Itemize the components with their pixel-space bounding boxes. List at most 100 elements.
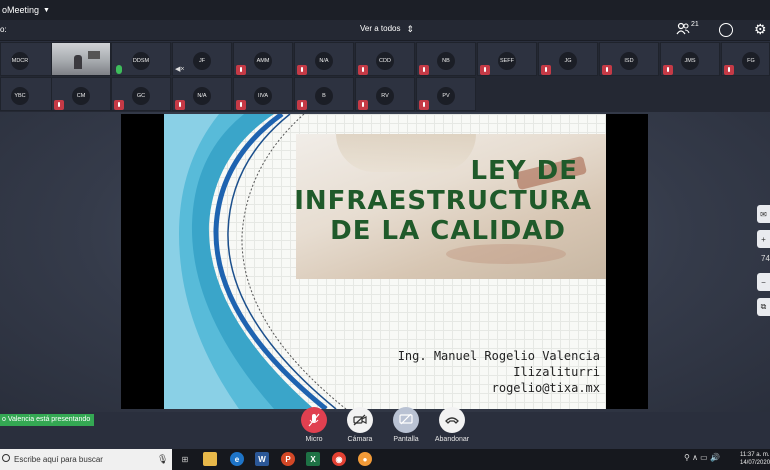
chrome-icon[interactable]: ◉ <box>332 452 346 466</box>
taskbar-search-placeholder: Escribe aquí para buscar <box>14 455 103 464</box>
side-zoom-value: 74 <box>761 254 770 263</box>
participant-avatar: FG <box>742 52 760 70</box>
slide-title: LEY DE INFRAESTRUCTURA DE LA CALIDAD <box>294 156 591 246</box>
participants-button[interactable]: 21 <box>676 21 699 36</box>
slide-author: Ing. Manuel Rogelio Valencia Ilizaliturr… <box>398 348 600 396</box>
participant-tile[interactable]: DDSM <box>111 42 171 76</box>
powerpoint-icon[interactable]: P <box>281 452 295 466</box>
presenting-notice: o Valencia está presentando <box>0 414 94 426</box>
system-tray-icons[interactable]: ⚲ ∧ ▭ 🔊 <box>684 453 720 462</box>
mic-muted-icon <box>419 100 429 110</box>
side-message-icon[interactable]: ✉ <box>757 205 770 223</box>
participant-avatar: AMM <box>254 52 272 70</box>
mic-active-icon <box>116 65 122 74</box>
participant-tile[interactable]: GC <box>111 77 171 111</box>
participant-avatar: GC <box>132 87 150 105</box>
participant-avatar: N/A <box>315 52 333 70</box>
view-all-label: Ver a todos <box>360 24 401 33</box>
leave-button[interactable]: Abandonar <box>427 407 477 443</box>
slide-title-line2: INFRAESTRUCTURA <box>294 186 592 216</box>
participant-tile[interactable]: JMS <box>660 42 720 76</box>
participant-tile[interactable]: B <box>294 77 354 111</box>
participant-avatar: SEFF <box>498 52 516 70</box>
participant-tile[interactable]: ◀× JF <box>172 42 232 76</box>
participant-tile[interactable]: IIVA <box>233 77 293 111</box>
camera-off-icon <box>347 407 373 433</box>
screen-share-icon <box>393 407 419 433</box>
leave-label: Abandonar <box>434 436 470 443</box>
taskbar-date: 14/07/2020 <box>740 460 770 466</box>
participant-tile[interactable]: PV <box>416 77 476 111</box>
side-zoom-in-icon[interactable]: + <box>757 230 770 248</box>
taskbar-time: 11:37 a. m. <box>740 452 770 458</box>
participant-avatar: RV <box>376 87 394 105</box>
participant-avatar: ISD <box>620 52 638 70</box>
mic-muted-icon <box>236 100 246 110</box>
mic-muted-icon <box>480 65 490 75</box>
side-fullscreen-icon[interactable]: ⧉ <box>757 298 770 316</box>
slide-email: rogelio@tixa.mx <box>491 381 600 395</box>
participant-tile[interactable]: NB <box>416 42 476 76</box>
participant-tile[interactable]: AMM <box>233 42 293 76</box>
participant-tile[interactable]: FG <box>721 42 770 76</box>
edge-icon[interactable]: e <box>230 452 244 466</box>
gear-icon[interactable]: ⚙ <box>754 21 767 38</box>
people-icon <box>676 22 690 35</box>
participant-avatar: IIVA <box>254 87 272 105</box>
view-all-button[interactable]: Ver a todos ⇕ <box>360 24 414 33</box>
mic-muted-icon <box>419 65 429 75</box>
task-view-icon[interactable]: ⊞ <box>178 452 192 466</box>
mic-muted-icon <box>297 100 307 110</box>
taskbar-clock[interactable]: 11:37 a. m. 14/07/2020 <box>740 451 770 467</box>
participant-tile[interactable]: CM <box>51 77 111 111</box>
participant-tile[interactable]: N/A <box>294 42 354 76</box>
mic-muted-icon <box>358 65 368 75</box>
participant-avatar: NB <box>437 52 455 70</box>
participant-avatar: B <box>315 87 333 105</box>
chat-icon[interactable] <box>719 23 733 37</box>
excel-icon[interactable]: X <box>306 452 320 466</box>
participant-video-tile[interactable] <box>51 42 111 76</box>
mic-muted-icon <box>358 100 368 110</box>
updown-chevron-icon: ⇕ <box>406 23 415 34</box>
slide-author-line2: Ilizaliturri <box>513 365 600 379</box>
mic-muted-icon <box>114 100 124 110</box>
participant-avatar: YBC <box>11 87 29 105</box>
participant-tile[interactable]: ISD <box>599 42 659 76</box>
screen-share-button[interactable]: Pantalla <box>381 407 431 443</box>
participant-avatar: DDSM <box>132 52 150 70</box>
chevron-down-icon[interactable]: ▼ <box>43 7 50 14</box>
mic-muted-icon <box>54 100 64 110</box>
toolbar-left-label: o: <box>0 25 7 34</box>
participant-tile[interactable]: JG <box>538 42 598 76</box>
mic-muted-icon <box>175 100 185 110</box>
hang-up-icon <box>439 407 465 433</box>
participant-video <box>52 43 110 75</box>
app-title: oMeeting <box>2 5 40 15</box>
file-explorer-icon[interactable] <box>203 452 217 466</box>
participant-tile[interactable]: CDD <box>355 42 415 76</box>
windows-taskbar: Escribe aquí para buscar 🎙 ⊞ e W P X ◉ ●… <box>0 449 770 470</box>
participant-avatar: JG <box>559 52 577 70</box>
mic-muted-icon <box>297 65 307 75</box>
participant-grid: MDCR DDSM ◀× JF AMM N/A CDD NB SEFF JG I… <box>0 42 770 112</box>
voice-search-icon[interactable]: 🎙 <box>157 454 168 465</box>
participant-tile[interactable]: SEFF <box>477 42 537 76</box>
camera-button[interactable]: Cámara <box>335 407 385 443</box>
participant-avatar: CM <box>72 87 90 105</box>
video-person <box>74 55 82 69</box>
mic-muted-icon <box>602 65 612 75</box>
micro-button[interactable]: Micro <box>289 407 339 443</box>
participant-tile[interactable]: N/A <box>172 77 232 111</box>
taskbar-search[interactable]: Escribe aquí para buscar 🎙 <box>0 449 172 470</box>
slide-author-line1: Ing. Manuel Rogelio Valencia <box>397 349 600 363</box>
meeting-app-icon[interactable]: ● <box>358 452 372 466</box>
screen-share-label: Pantalla <box>393 436 419 443</box>
participant-avatar: PV <box>437 87 455 105</box>
participant-tile[interactable]: RV <box>355 77 415 111</box>
slide-title-line3: DE LA CALIDAD <box>330 216 566 246</box>
side-zoom-out-icon[interactable]: − <box>757 273 770 291</box>
word-icon[interactable]: W <box>255 452 269 466</box>
mic-muted-icon <box>236 65 246 75</box>
participant-avatar: CDD <box>376 52 394 70</box>
